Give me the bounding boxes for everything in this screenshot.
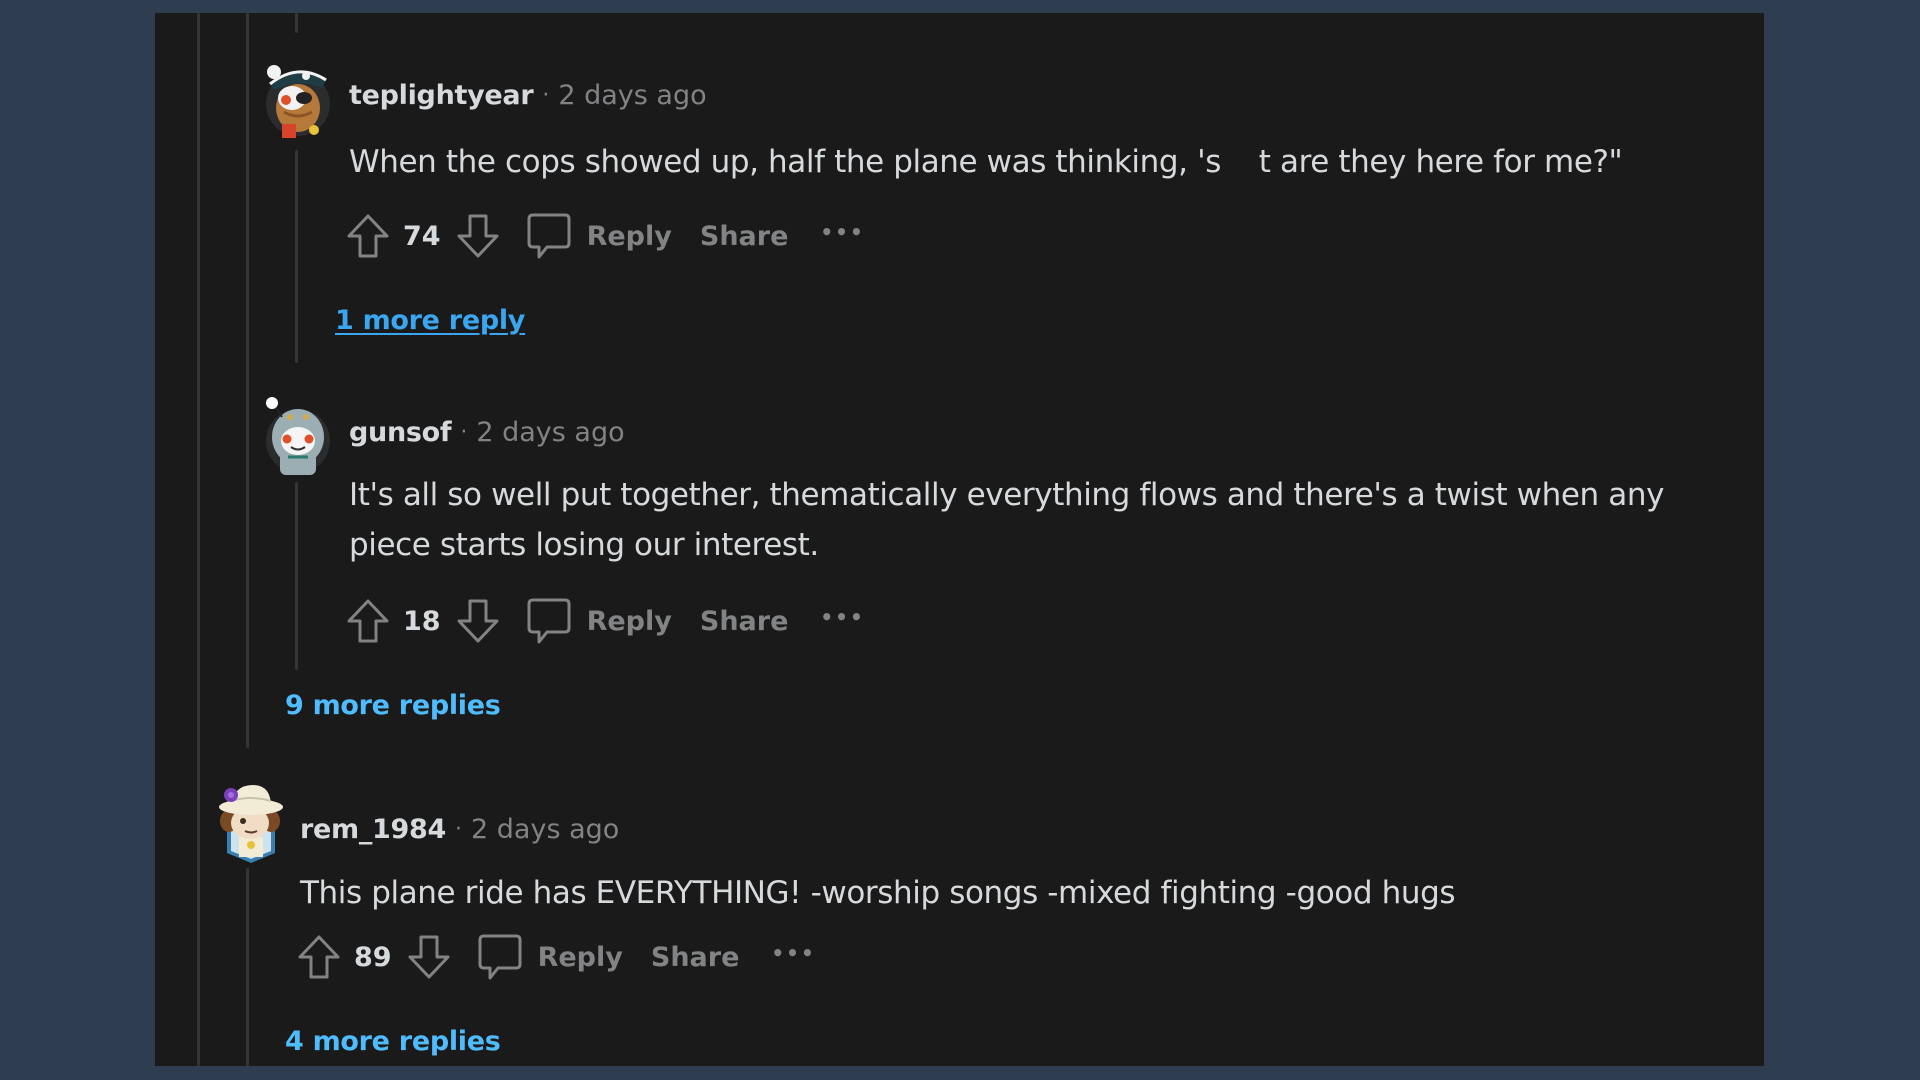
thread-line[interactable] (295, 150, 298, 363)
vote-score: 89 (354, 941, 392, 973)
pirate-snoo-avatar[interactable] (266, 65, 330, 138)
comment-bubble-icon (478, 934, 522, 980)
downvote-arrow-icon (408, 935, 450, 979)
upvote-arrow-icon (298, 935, 340, 979)
comment-line: piece starts losing our interest. (349, 527, 819, 563)
comment-meta: rem_1984 · 2 days ago (300, 809, 619, 849)
upvote-button[interactable] (345, 597, 391, 645)
timestamp[interactable]: 2 days ago (471, 814, 619, 845)
comment-bubble-icon (527, 213, 571, 259)
reply-button[interactable]: Reply (476, 932, 623, 982)
reply-label[interactable]: Reply (587, 606, 672, 637)
reply-label[interactable]: Reply (538, 942, 623, 973)
comment-actions: 74 Reply Share ••• (345, 211, 865, 261)
vote-score: 18 (403, 605, 441, 637)
hooded-snoo-avatar[interactable] (266, 397, 330, 475)
reply-button[interactable]: Reply (525, 211, 672, 261)
thread-line[interactable] (246, 868, 249, 1066)
vote-score: 74 (403, 220, 441, 252)
more-options-button[interactable]: ••• (820, 605, 864, 629)
more-replies-link[interactable]: 9 more replies (285, 690, 501, 721)
comment-meta: teplightyear · 2 days ago (349, 75, 707, 115)
comment-line: When the cops showed up, half the plane … (349, 144, 1623, 180)
downvote-button[interactable] (406, 933, 452, 981)
upvote-arrow-icon (347, 214, 389, 258)
upvote-button[interactable] (345, 212, 391, 260)
hat-character-avatar[interactable] (217, 785, 283, 863)
thread-line[interactable] (295, 482, 298, 670)
separator-dot: · (455, 816, 463, 842)
comment-body: When the cops showed up, half the plane … (349, 137, 1749, 187)
username-link[interactable]: teplightyear (349, 80, 534, 111)
share-button[interactable]: Share (651, 942, 740, 973)
timestamp[interactable]: 2 days ago (476, 417, 624, 448)
separator-dot: · (460, 419, 468, 445)
timestamp[interactable]: 2 days ago (558, 80, 706, 111)
comment-bubble-icon (527, 598, 571, 644)
upvote-arrow-icon (347, 599, 389, 643)
comment-line: It's all so well put together, thematica… (349, 477, 1665, 513)
share-button[interactable]: Share (700, 221, 789, 252)
more-replies-link[interactable]: 4 more replies (285, 1026, 501, 1057)
comment-actions: 89 Reply Share ••• (296, 932, 816, 982)
downvote-arrow-icon (457, 599, 499, 643)
downvote-button[interactable] (455, 212, 501, 260)
comment-line: This plane ride has EVERYTHING! -worship… (300, 875, 1456, 911)
thread-line[interactable] (246, 13, 249, 748)
username-link[interactable]: gunsof (349, 417, 452, 448)
comment-thread-panel: teplightyear · 2 days ago When the cops … (155, 13, 1764, 1066)
thread-line[interactable] (197, 13, 200, 1066)
reply-label[interactable]: Reply (587, 221, 672, 252)
comment-meta: gunsof · 2 days ago (349, 412, 625, 452)
more-options-button[interactable]: ••• (820, 220, 864, 244)
share-button[interactable]: Share (700, 606, 789, 637)
more-options-button[interactable]: ••• (771, 941, 815, 965)
comment-actions: 18 Reply Share ••• (345, 596, 865, 646)
downvote-button[interactable] (455, 597, 501, 645)
downvote-arrow-icon (457, 214, 499, 258)
comment-body: This plane ride has EVERYTHING! -worship… (300, 868, 1750, 918)
separator-dot: · (542, 82, 550, 108)
more-replies-link[interactable]: 1 more reply (335, 305, 525, 336)
thread-line[interactable] (295, 13, 298, 33)
username-link[interactable]: rem_1984 (300, 814, 446, 845)
comment-body: It's all so well put together, thematica… (349, 470, 1749, 570)
upvote-button[interactable] (296, 933, 342, 981)
reply-button[interactable]: Reply (525, 596, 672, 646)
